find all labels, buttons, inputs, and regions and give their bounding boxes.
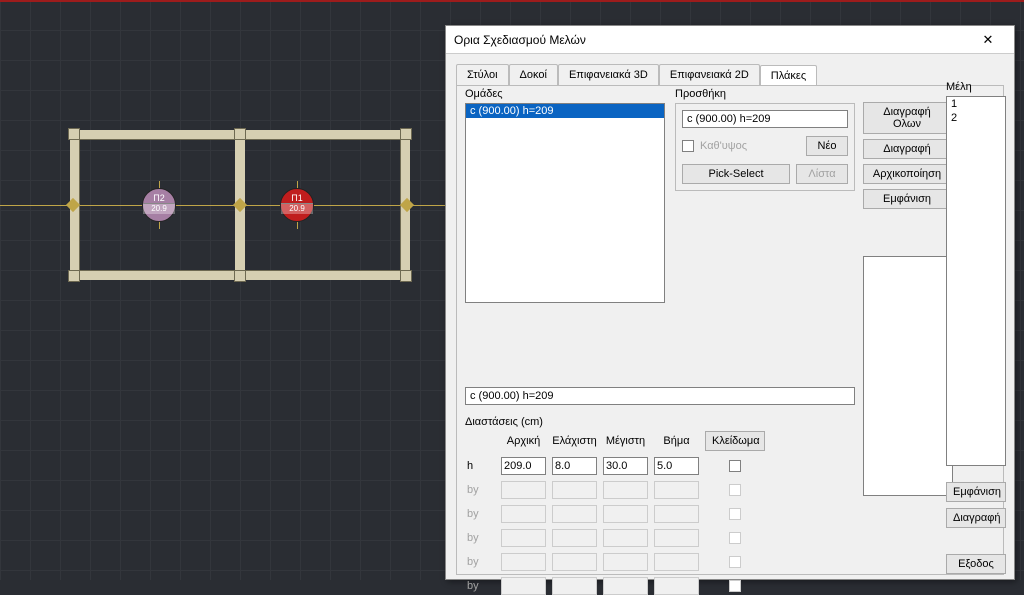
scratch-listbox[interactable] xyxy=(863,256,953,496)
slab-value: 20.9 xyxy=(143,203,175,214)
dim-input-disabled xyxy=(654,505,699,523)
tab-surface-2d[interactable]: Επιφανειακά 2D xyxy=(659,64,760,85)
add-label: Προσθήκη xyxy=(675,88,855,100)
tab-beams[interactable]: Δοκοί xyxy=(509,64,558,85)
group-edit-input[interactable] xyxy=(465,387,855,405)
dim-input-disabled xyxy=(603,553,648,571)
column-node xyxy=(68,270,80,282)
design-limits-dialog: Ορια Σχεδιασμού Μελών ✕ Στύλοι Δοκοί Επι… xyxy=(445,25,1015,580)
exit-button[interactable]: Εξοδος xyxy=(946,554,1006,574)
dim-h-initial[interactable] xyxy=(501,457,546,475)
members-label: Μέλη xyxy=(946,81,1006,93)
dim-input-disabled xyxy=(603,529,648,547)
members-show-button[interactable]: Εμφάνιση xyxy=(946,482,1006,502)
cad-drawing[interactable]: Π2 20.9 Π1 20.9 xyxy=(70,130,410,280)
tab-bar: Στύλοι Δοκοί Επιφανειακά 3D Επιφανειακά … xyxy=(456,64,1004,85)
dim-row-label: by xyxy=(465,580,495,592)
column-node xyxy=(234,128,246,140)
groups-listbox[interactable]: c (900.00) h=209 xyxy=(465,103,665,303)
dim-input-disabled xyxy=(654,529,699,547)
dimensions-label: Διαστάσεις (cm) xyxy=(465,416,785,428)
dim-lock-checkbox-disabled xyxy=(729,580,741,592)
groups-label: Ομάδες xyxy=(465,88,665,100)
dim-h-step[interactable] xyxy=(654,457,699,475)
col-step: Βήμα xyxy=(654,435,699,447)
dim-input-disabled xyxy=(603,505,648,523)
slab-marker-p1[interactable]: Π1 20.9 xyxy=(280,188,314,222)
column-node xyxy=(68,128,80,140)
col-max: Μέγιστη xyxy=(603,435,648,447)
tab-columns[interactable]: Στύλοι xyxy=(456,64,509,85)
member-item[interactable]: 1 xyxy=(947,97,1005,111)
new-button[interactable]: Νέο xyxy=(806,136,848,156)
lock-button[interactable]: Κλείδωμα xyxy=(705,431,765,451)
members-delete-button[interactable]: Διαγραφή xyxy=(946,508,1006,528)
dimensions-grid: Αρχική Ελάχιστη Μέγιστη Βήμα Κλείδωμα h … xyxy=(465,431,785,595)
show-button[interactable]: Εμφάνιση xyxy=(863,189,951,209)
list-button: Λίστα xyxy=(796,164,848,184)
dim-input-disabled xyxy=(552,505,597,523)
column-node xyxy=(400,270,412,282)
dialog-titlebar[interactable]: Ορια Σχεδιασμού Μελών ✕ xyxy=(446,26,1014,54)
dim-input-disabled xyxy=(552,529,597,547)
dim-lock-checkbox-disabled xyxy=(729,556,741,568)
delete-button[interactable]: Διαγραφή xyxy=(863,139,951,159)
slab-name: Π1 xyxy=(281,189,313,203)
dim-input-disabled xyxy=(552,553,597,571)
dim-row-label: h xyxy=(465,460,495,472)
dim-input-disabled xyxy=(501,553,546,571)
pick-select-button[interactable]: Pick-Select xyxy=(682,164,790,184)
dim-h-min[interactable] xyxy=(552,457,597,475)
slab-value: 20.9 xyxy=(281,203,313,214)
tab-surface-3d[interactable]: Επιφανειακά 3D xyxy=(558,64,659,85)
dim-h-max[interactable] xyxy=(603,457,648,475)
dim-input-disabled xyxy=(501,505,546,523)
group-item[interactable]: c (900.00) h=209 xyxy=(466,104,664,118)
slab-marker-p2[interactable]: Π2 20.9 xyxy=(142,188,176,222)
members-listbox[interactable]: 1 2 xyxy=(946,96,1006,466)
dim-input-disabled xyxy=(603,481,648,499)
col-min: Ελάχιστη xyxy=(552,435,597,447)
member-item[interactable]: 2 xyxy=(947,111,1005,125)
close-button[interactable]: ✕ xyxy=(970,27,1006,53)
dim-lock-checkbox-disabled xyxy=(729,532,741,544)
dim-input-disabled xyxy=(654,481,699,499)
app-top-separator xyxy=(0,0,1024,2)
tab-panel-slabs: Ομάδες c (900.00) h=209 Προσθήκη Καθ'υψο… xyxy=(456,85,1004,575)
dim-row-label: by xyxy=(465,532,495,544)
dim-lock-checkbox-disabled xyxy=(729,484,741,496)
dim-input-disabled xyxy=(654,553,699,571)
col-initial: Αρχική xyxy=(501,435,546,447)
column-node xyxy=(400,128,412,140)
dim-row-label: by xyxy=(465,556,495,568)
add-name-input[interactable] xyxy=(682,110,848,128)
kath-upsos-label: Καθ'υψος xyxy=(700,140,747,152)
dim-row-label: by xyxy=(465,508,495,520)
kath-upsos-checkbox[interactable] xyxy=(682,140,694,152)
dim-lock-checkbox-disabled xyxy=(729,508,741,520)
dialog-title: Ορια Σχεδιασμού Μελών xyxy=(454,33,970,47)
dim-h-lock-checkbox[interactable] xyxy=(729,460,741,472)
column-node xyxy=(234,270,246,282)
dim-input-disabled xyxy=(501,529,546,547)
dim-row-label: by xyxy=(465,484,495,496)
delete-all-button[interactable]: Διαγραφή Ολων xyxy=(863,102,951,134)
dim-input-disabled xyxy=(552,481,597,499)
slab-name: Π2 xyxy=(143,189,175,203)
dim-input-disabled xyxy=(501,481,546,499)
tab-slabs[interactable]: Πλάκες xyxy=(760,65,817,86)
close-icon: ✕ xyxy=(983,32,994,48)
initialize-button[interactable]: Αρχικοποίηση xyxy=(863,164,951,184)
